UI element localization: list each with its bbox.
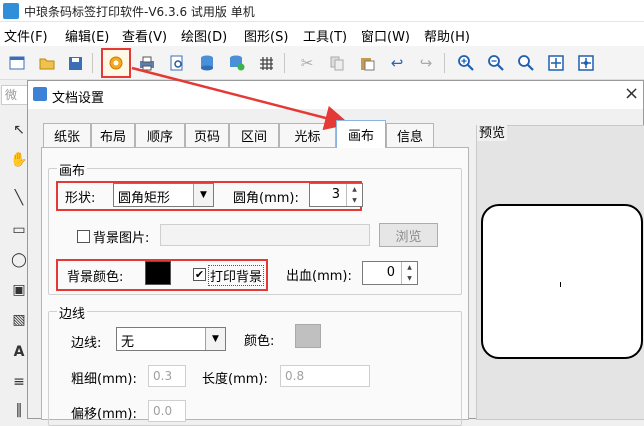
tab-paper[interactable]: 纸张	[43, 123, 91, 147]
print-background-label: 打印背景	[208, 265, 265, 286]
background-image-label: 背景图片:	[93, 231, 150, 246]
app-titlebar: 中琅条码标签打印软件-V6.3.6 试用版 单机	[0, 0, 644, 22]
document-settings-dialog: 文档设置 × 纸张 布局 顺序 页码 区间 光标 画布 信息 画布 形状: 圆角…	[27, 80, 644, 426]
corner-radius-value: 3	[331, 187, 340, 202]
undo-icon[interactable]: ↩	[386, 52, 408, 74]
preview-label: 预览	[477, 122, 508, 141]
toolbar-separator	[444, 53, 445, 73]
tab-panel-canvas: 画布 形状: 圆角矩形 ▼ 圆角(mm): 3 ▲ ▼ 背景图片: 浏览 背景颜色…	[41, 147, 469, 426]
menu-edit[interactable]: 编辑(E)	[65, 26, 109, 45]
shape-dropdown[interactable]: 圆角矩形 ▼	[113, 183, 214, 207]
stepper-arrows-icon[interactable]: ▲ ▼	[401, 262, 417, 284]
ellipse-tool-icon[interactable]: ◯	[9, 250, 29, 270]
close-icon[interactable]: ×	[624, 83, 639, 104]
dialog-title: 文档设置	[52, 91, 105, 106]
dialog-titlebar: 文档设置 ×	[28, 81, 643, 109]
menu-tools[interactable]: 工具(T)	[303, 26, 347, 45]
menu-window[interactable]: 窗口(W)	[361, 26, 410, 45]
app-title: 中琅条码标签打印软件-V6.3.6 试用版 单机	[24, 5, 255, 19]
background-image-path	[160, 224, 370, 246]
border-width-label: 粗细(mm):	[71, 372, 137, 387]
barcode-tool-icon[interactable]: ‖	[9, 400, 29, 420]
bleed-stepper[interactable]: 0 ▲ ▼	[362, 261, 418, 285]
menu-shape[interactable]: 图形(S)	[244, 26, 288, 45]
border-color-label: 颜色:	[244, 334, 275, 349]
corner-radius-stepper[interactable]: 3 ▲ ▼	[309, 183, 363, 207]
rectangle-tool-icon[interactable]: ▭	[9, 220, 29, 240]
zoom-out-icon[interactable]	[485, 52, 507, 74]
chevron-down-icon[interactable]: ▼	[205, 328, 225, 350]
open-folder-icon[interactable]	[36, 52, 58, 74]
fit-page-icon[interactable]	[545, 52, 567, 74]
border-dropdown[interactable]: 无 ▼	[116, 327, 226, 351]
toolbar: ✂ ↩ ↪	[0, 46, 644, 80]
menu-bar: 文件(F) 编辑(E) 查看(V) 绘图(D) 图形(S) 工具(T) 窗口(W…	[0, 22, 644, 46]
app-logo-icon	[3, 3, 19, 19]
menu-help[interactable]: 帮助(H)	[424, 26, 470, 45]
background-color-swatch[interactable]	[145, 261, 171, 285]
copy-icon[interactable]	[326, 52, 348, 74]
print-icon[interactable]	[136, 52, 158, 74]
fit-width-icon[interactable]	[575, 52, 597, 74]
toolbar-separator	[284, 53, 285, 73]
redo-icon[interactable]: ↪	[415, 52, 437, 74]
corner-radius-label: 圆角(mm):	[233, 191, 299, 206]
pan-tool-icon[interactable]: ✋	[9, 150, 29, 170]
bleed-value: 0	[386, 265, 395, 280]
background-color-label: 背景颜色:	[67, 270, 124, 285]
border-dropdown-value: 无	[121, 335, 135, 350]
preview-label-shape	[481, 204, 643, 359]
rich-text-tool-icon[interactable]: ≡	[9, 372, 29, 392]
border-length-label: 长度(mm):	[202, 372, 268, 387]
cut-icon[interactable]: ✂	[296, 52, 318, 74]
stepper-arrows-icon[interactable]: ▲ ▼	[346, 184, 362, 206]
print-background-checkbox[interactable]: ✔	[193, 268, 206, 281]
border-label: 边线:	[71, 336, 102, 351]
canvas-group-label: 画布	[57, 160, 88, 179]
border-length-input[interactable]: 0.8	[280, 365, 370, 387]
menu-view[interactable]: 查看(V)	[122, 26, 167, 45]
border-width-input[interactable]: 0.3	[148, 365, 186, 387]
border-offset-label: 偏移(mm):	[71, 407, 137, 422]
tab-layout[interactable]: 布局	[91, 123, 135, 147]
database-icon[interactable]	[196, 52, 218, 74]
picture-tool-icon[interactable]: ▧	[9, 310, 29, 330]
menu-file[interactable]: 文件(F)	[4, 26, 48, 45]
save-icon[interactable]	[64, 52, 86, 74]
bleed-label: 出血(mm):	[286, 269, 352, 284]
shape-dropdown-value: 圆角矩形	[118, 191, 171, 206]
tab-canvas[interactable]: 画布	[336, 120, 386, 148]
border-color-swatch[interactable]	[295, 324, 321, 348]
tab-page-number[interactable]: 页码	[185, 123, 229, 147]
background-image-checkbox[interactable]	[77, 230, 90, 243]
toolbar-separator	[92, 53, 93, 73]
pointer-tool-icon[interactable]: ↖	[9, 120, 29, 140]
document-settings-icon[interactable]	[101, 48, 131, 78]
zoom-actual-icon[interactable]	[515, 52, 537, 74]
new-document-icon[interactable]	[6, 52, 28, 74]
image-tool-icon[interactable]: ▣	[9, 280, 29, 300]
line-tool-icon[interactable]: ╲	[9, 188, 29, 208]
paste-icon[interactable]	[356, 52, 378, 74]
tab-info[interactable]: 信息	[386, 123, 434, 147]
border-group-label: 边线	[57, 303, 88, 322]
print-preview-icon[interactable]	[166, 52, 188, 74]
chevron-down-icon[interactable]: ▼	[193, 184, 213, 206]
tab-order[interactable]: 顺序	[135, 123, 185, 147]
preview-center-mark	[560, 282, 561, 287]
text-tool-icon[interactable]: A	[9, 342, 29, 362]
shape-label: 形状:	[65, 191, 96, 206]
dialog-settings-icon	[33, 87, 47, 101]
database-settings-icon[interactable]	[226, 52, 248, 74]
tab-range[interactable]: 区间	[229, 123, 279, 147]
grid-icon[interactable]	[255, 52, 277, 74]
zoom-in-icon[interactable]	[455, 52, 477, 74]
menu-draw[interactable]: 绘图(D)	[181, 26, 227, 45]
tab-cursor[interactable]: 光标	[279, 123, 336, 147]
browse-button[interactable]: 浏览	[379, 223, 438, 247]
